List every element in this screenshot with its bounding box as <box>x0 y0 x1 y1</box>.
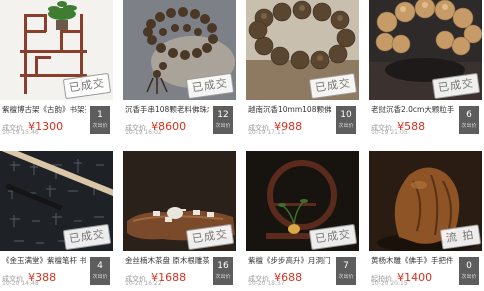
bid-count-unit: 次出价 <box>338 123 354 129</box>
bid-count: 0 <box>466 261 472 271</box>
item-info: 紫檀《步步高升》月洞门 花器摆件 成交价 ¥688 10-20 18:37 7 … <box>246 251 359 291</box>
bid-count: 10 <box>340 110 352 120</box>
item-title[interactable]: 《金玉满堂》紫檀笔杆 书法用笔 <box>2 255 86 266</box>
auction-item-card[interactable]: 已成交 紫檀《步步高升》月洞门 花器摆件 成交价 ¥688 10-20 18:3… <box>246 151 359 291</box>
item-title[interactable]: 紫檀《步步高升》月洞门 花器摆件 <box>248 255 332 266</box>
bid-count-badge: 0 次出价 <box>459 257 479 285</box>
bid-count-unit: 次出价 <box>461 123 477 129</box>
item-info: 老挝沉香2.0cm大颗粒手串佛珠 成交价 ¥588 10-19 21:05 6 … <box>369 100 482 140</box>
bid-count-badge: 16 次出价 <box>213 257 233 285</box>
item-thumbnail[interactable]: 已成交 <box>246 151 359 251</box>
bid-count: 16 <box>217 261 229 271</box>
end-time: 10-20 18:37 <box>248 280 285 287</box>
price-row: 起拍价 ¥1400 <box>371 266 455 284</box>
item-thumbnail[interactable]: 流 拍 <box>369 151 482 251</box>
bid-count: 12 <box>217 110 229 120</box>
price-row: 成交价 ¥1300 <box>2 115 86 133</box>
bid-count-badge: 4 次出价 <box>90 257 110 285</box>
item-info: 《金玉满堂》紫檀笔杆 书法用笔 成交价 ¥388 10-20 14:48 4 次… <box>0 251 113 291</box>
item-info: 越南沉香10mm108颗佛珠手串 成交价 ¥988 10-19 17:11 10… <box>246 100 359 140</box>
bid-count-badge: 12 次出价 <box>213 106 233 134</box>
end-time: 10-19 16:02 <box>125 129 162 136</box>
item-thumbnail[interactable]: 已成交 <box>0 0 113 100</box>
bid-count-unit: 次出价 <box>92 123 108 129</box>
item-title[interactable]: 沉香手串108颗老料佛珠念珠手链 <box>125 104 209 115</box>
item-thumbnail[interactable]: 已成交 <box>123 151 236 251</box>
item-title[interactable]: 黄杨木雕《佛手》手把件 把玩件 <box>371 255 455 266</box>
bid-count-unit: 次出价 <box>92 274 108 280</box>
price-row: 成交价 ¥688 <box>248 266 332 284</box>
item-title[interactable]: 紫檀博古架《古韵》书架茶台摆件 <box>2 104 86 115</box>
bid-count: 1 <box>97 110 103 120</box>
item-info: 黄杨木雕《佛手》手把件 把玩件 起拍价 ¥1400 10-20 20:15 0 … <box>369 251 482 291</box>
bid-count: 7 <box>343 261 349 271</box>
bid-count-unit: 次出价 <box>461 274 477 280</box>
item-info: 沉香手串108颗老料佛珠念珠手链 成交价 ¥8600 10-19 16:02 1… <box>123 100 236 140</box>
item-thumbnail[interactable]: 已成交 <box>0 151 113 251</box>
price-row: 成交价 ¥1688 <box>125 266 209 284</box>
bid-count-badge: 1 次出价 <box>90 106 110 134</box>
bid-count: 4 <box>97 261 103 271</box>
item-title[interactable]: 金丝楠木茶盘 原木根雕茶海茶台 <box>125 255 209 266</box>
end-time: 10-19 17:11 <box>248 129 285 136</box>
bid-count: 6 <box>466 110 472 120</box>
auction-item-card[interactable]: 已成交 老挝沉香2.0cm大颗粒手串佛珠 成交价 ¥588 10-19 21:0… <box>369 0 482 140</box>
item-thumbnail[interactable]: 已成交 <box>246 0 359 100</box>
item-title[interactable]: 越南沉香10mm108颗佛珠手串 <box>248 104 332 115</box>
bid-count-badge: 6 次出价 <box>459 106 479 134</box>
end-time: 10-20 20:15 <box>371 280 408 287</box>
item-info: 紫檀博古架《古韵》书架茶台摆件 成交价 ¥1300 10-19 15:46 1 … <box>0 100 113 140</box>
bid-count-unit: 次出价 <box>215 123 231 129</box>
auction-item-card[interactable]: 流 拍 黄杨木雕《佛手》手把件 把玩件 起拍价 ¥1400 10-20 20:1… <box>369 151 482 291</box>
price-row: 成交价 ¥8600 <box>125 115 209 133</box>
end-time: 10-19 15:46 <box>2 129 39 136</box>
auction-item-card[interactable]: 已成交 越南沉香10mm108颗佛珠手串 成交价 ¥988 10-19 17:1… <box>246 0 359 140</box>
price-row: 成交价 ¥988 <box>248 115 332 133</box>
price-row: 成交价 ¥588 <box>371 115 455 133</box>
auction-item-card[interactable]: 已成交 金丝楠木茶盘 原木根雕茶海茶台 成交价 ¥1688 10-20 16:2… <box>123 151 236 291</box>
end-time: 10-20 14:48 <box>2 280 39 287</box>
item-thumbnail[interactable]: 已成交 <box>123 0 236 100</box>
item-title[interactable]: 老挝沉香2.0cm大颗粒手串佛珠 <box>371 104 455 115</box>
bid-count-unit: 次出价 <box>215 274 231 280</box>
price-row: 成交价 ¥388 <box>2 266 86 284</box>
auction-item-card[interactable]: 已成交 《金玉满堂》紫檀笔杆 书法用笔 成交价 ¥388 10-20 14:48… <box>0 151 113 291</box>
item-info: 金丝楠木茶盘 原木根雕茶海茶台 成交价 ¥1688 10-20 16:22 16… <box>123 251 236 291</box>
item-thumbnail[interactable]: 已成交 <box>369 0 482 100</box>
auction-results-grid: 已成交 紫檀博古架《古韵》书架茶台摆件 成交价 ¥1300 10-19 15:4… <box>0 0 484 291</box>
end-time: 10-20 16:22 <box>125 280 162 287</box>
bid-count-badge: 10 次出价 <box>336 106 356 134</box>
bid-count-badge: 7 次出价 <box>336 257 356 285</box>
auction-item-card[interactable]: 已成交 沉香手串108颗老料佛珠念珠手链 成交价 ¥8600 10-19 16:… <box>123 0 236 140</box>
bid-count-unit: 次出价 <box>338 274 354 280</box>
auction-item-card[interactable]: 已成交 紫檀博古架《古韵》书架茶台摆件 成交价 ¥1300 10-19 15:4… <box>0 0 113 140</box>
end-time: 10-19 21:05 <box>371 129 408 136</box>
